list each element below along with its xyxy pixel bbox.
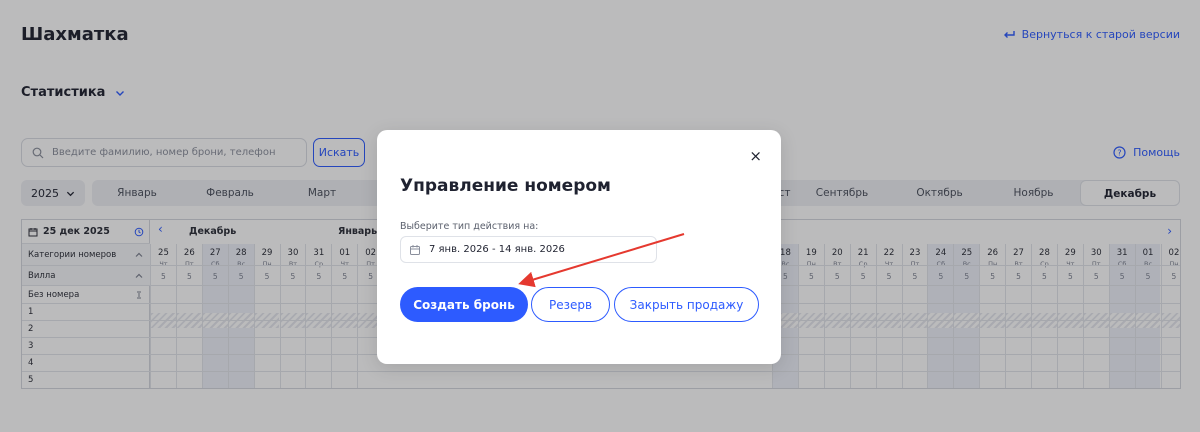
close-icon[interactable]: ×: [749, 148, 762, 164]
room-management-modal: × Управление номером Выберите тип действ…: [377, 130, 781, 364]
date-range-value: 7 янв. 2026 - 14 янв. 2026: [429, 244, 565, 255]
date-range-field[interactable]: 7 янв. 2026 - 14 янв. 2026: [400, 236, 657, 263]
modal-title: Управление номером: [400, 176, 611, 196]
calendar-icon: [410, 244, 420, 255]
action-type-label: Выберите тип действия на:: [400, 221, 539, 232]
create-booking-button[interactable]: Создать бронь: [400, 287, 528, 322]
close-sale-button[interactable]: Закрыть продажу: [614, 287, 759, 322]
reserve-button[interactable]: Резерв: [531, 287, 610, 322]
